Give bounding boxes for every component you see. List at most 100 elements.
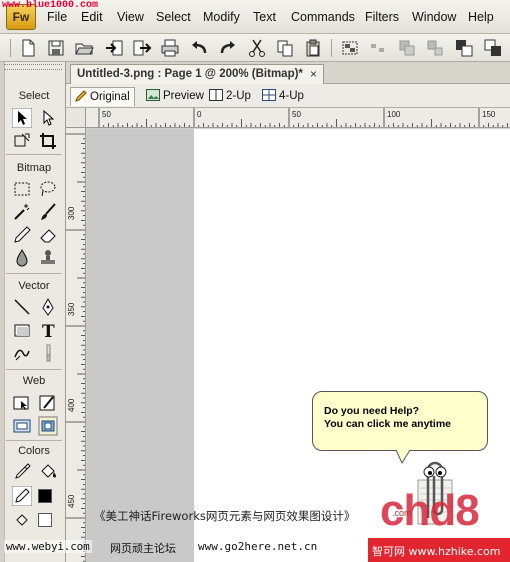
help-balloon-line2: You can click me anytime	[324, 418, 452, 430]
export-icon[interactable]	[132, 38, 152, 58]
magic-wand-tool-icon[interactable]	[12, 202, 32, 222]
view-mode-bar: Original Preview 2-Up 4-Up	[66, 84, 510, 108]
tools-section-select: Select	[18, 90, 50, 102]
pencil-icon	[75, 90, 87, 105]
menu-modify[interactable]: Modify	[203, 10, 240, 24]
hotspot-tool-icon[interactable]	[12, 393, 32, 413]
menu-file[interactable]: File	[47, 10, 67, 24]
menu-edit[interactable]: Edit	[81, 10, 103, 24]
slice-tool-icon[interactable]	[38, 393, 58, 413]
tools-section-web: Web	[22, 375, 46, 387]
brush-tool-icon[interactable]	[38, 202, 58, 222]
menu-text[interactable]: Text	[253, 10, 276, 24]
ruler-v-label: 400	[67, 398, 76, 412]
toolbar-separator	[331, 39, 332, 57]
ruler-h-label: 0	[197, 110, 202, 119]
tools-section-bitmap: Bitmap	[16, 162, 52, 174]
freeform-tool-icon[interactable]	[12, 343, 32, 363]
ruler-h-label: 50	[102, 110, 111, 119]
open-icon[interactable]	[74, 38, 94, 58]
tools-panel-grip[interactable]	[4, 64, 62, 70]
pencil-tool-icon[interactable]	[12, 225, 32, 245]
redo-icon[interactable]	[218, 38, 238, 58]
vertical-ruler[interactable]: 300 350 400 450	[66, 128, 86, 562]
ruler-h-label: 150	[482, 110, 496, 119]
ruler-corner	[66, 108, 86, 128]
eyedropper-tool-icon[interactable]	[12, 462, 32, 482]
scale-tool-icon[interactable]	[12, 131, 32, 151]
crop-tool-icon[interactable]	[38, 131, 58, 151]
save-icon[interactable]	[46, 38, 66, 58]
split-icon[interactable]	[425, 38, 445, 58]
horizontal-ruler[interactable]: 50 0 50 100 150	[86, 108, 510, 128]
two-up-icon	[209, 89, 223, 104]
line-tool-icon[interactable]	[12, 297, 32, 317]
join-icon[interactable]	[397, 38, 417, 58]
svg-text:T: T	[42, 322, 55, 340]
fill-color-swatch[interactable]	[38, 513, 52, 527]
watermark-site2: 网页顽主论坛	[110, 542, 176, 555]
subselect-tool-icon[interactable]	[38, 108, 58, 128]
main-toolbar	[0, 34, 510, 62]
document-tab[interactable]: Untitled-3.png : Page 1 @ 200% (Bitmap)*…	[70, 64, 324, 84]
paint-bucket-tool-icon[interactable]	[38, 462, 58, 482]
show-slices-icon[interactable]	[38, 416, 58, 436]
ruler-v-label: 350	[67, 302, 76, 316]
menu-bar: Fw www.blue1000.com File Edit View Selec…	[0, 0, 510, 34]
tools-divider	[6, 273, 62, 274]
stroke-color-swatch[interactable]	[38, 489, 52, 503]
pen-tool-icon[interactable]	[38, 297, 58, 317]
help-balloon[interactable]: Do you need Help? You can click me anyti…	[312, 391, 488, 451]
tab-preview[interactable]: Preview	[142, 87, 208, 106]
tab-preview-label: Preview	[163, 90, 204, 102]
knife-tool-icon[interactable]	[38, 343, 58, 363]
menu-commands[interactable]: Commands	[291, 10, 355, 24]
help-balloon-line1: Do you need Help?	[324, 405, 420, 417]
eraser-tool-icon[interactable]	[38, 225, 58, 245]
new-icon[interactable]	[18, 38, 38, 58]
import-icon[interactable]	[104, 38, 124, 58]
tools-section-colors: Colors	[18, 445, 50, 457]
tab-4up-label: 4-Up	[279, 90, 304, 102]
menu-help[interactable]: Help	[468, 10, 494, 24]
rubber-stamp-tool-icon[interactable]	[38, 248, 58, 268]
marquee-tool-icon[interactable]	[12, 179, 32, 199]
menu-view[interactable]: View	[117, 10, 144, 24]
fill-color-bucket-icon[interactable]	[12, 510, 32, 530]
tab-2up[interactable]: 2-Up	[205, 87, 255, 106]
tab-original[interactable]: Original	[70, 87, 135, 106]
menu-filters[interactable]: Filters	[365, 10, 399, 24]
close-document-icon[interactable]: ×	[310, 67, 317, 81]
ruler-v-label: 450	[67, 494, 76, 508]
ungroup-icon[interactable]	[368, 38, 388, 58]
pointer-tool-icon[interactable]	[11, 107, 33, 129]
menu-select[interactable]: Select	[156, 10, 191, 24]
stroke-color-pencil-icon[interactable]	[11, 485, 33, 507]
ruler-v-label: 300	[67, 206, 76, 220]
tab-4up[interactable]: 4-Up	[258, 87, 308, 106]
tab-original-label: Original	[90, 91, 130, 103]
text-tool-icon[interactable]: T	[38, 320, 58, 342]
paste-icon[interactable]	[303, 38, 323, 58]
rectangle-tool-icon[interactable]	[12, 320, 32, 340]
watermark-book-title: 《美工神话Fireworks网页元素与网页效果图设计》	[94, 509, 356, 523]
menu-window[interactable]: Window	[412, 10, 456, 24]
tools-section-vector: Vector	[18, 280, 50, 292]
preview-icon	[146, 89, 160, 104]
toolbar-grip	[10, 39, 11, 57]
hide-slices-icon[interactable]	[12, 416, 32, 436]
lasso-tool-icon[interactable]	[38, 179, 58, 199]
blur-tool-icon[interactable]	[12, 248, 32, 268]
bring-front-icon[interactable]	[483, 38, 503, 58]
tools-divider	[6, 440, 62, 441]
ruler-h-label: 50	[292, 110, 301, 119]
send-back-icon[interactable]	[454, 38, 474, 58]
undo-icon[interactable]	[189, 38, 209, 58]
group-icon[interactable]	[340, 38, 360, 58]
hzhike-watermark: 智可网 www.hzhike.com	[368, 538, 510, 562]
copy-icon[interactable]	[275, 38, 295, 58]
print-icon[interactable]	[160, 38, 180, 58]
tools-divider	[6, 369, 62, 370]
document-tab-bar: Untitled-3.png : Page 1 @ 200% (Bitmap)*…	[66, 62, 510, 84]
cut-icon[interactable]	[247, 38, 267, 58]
